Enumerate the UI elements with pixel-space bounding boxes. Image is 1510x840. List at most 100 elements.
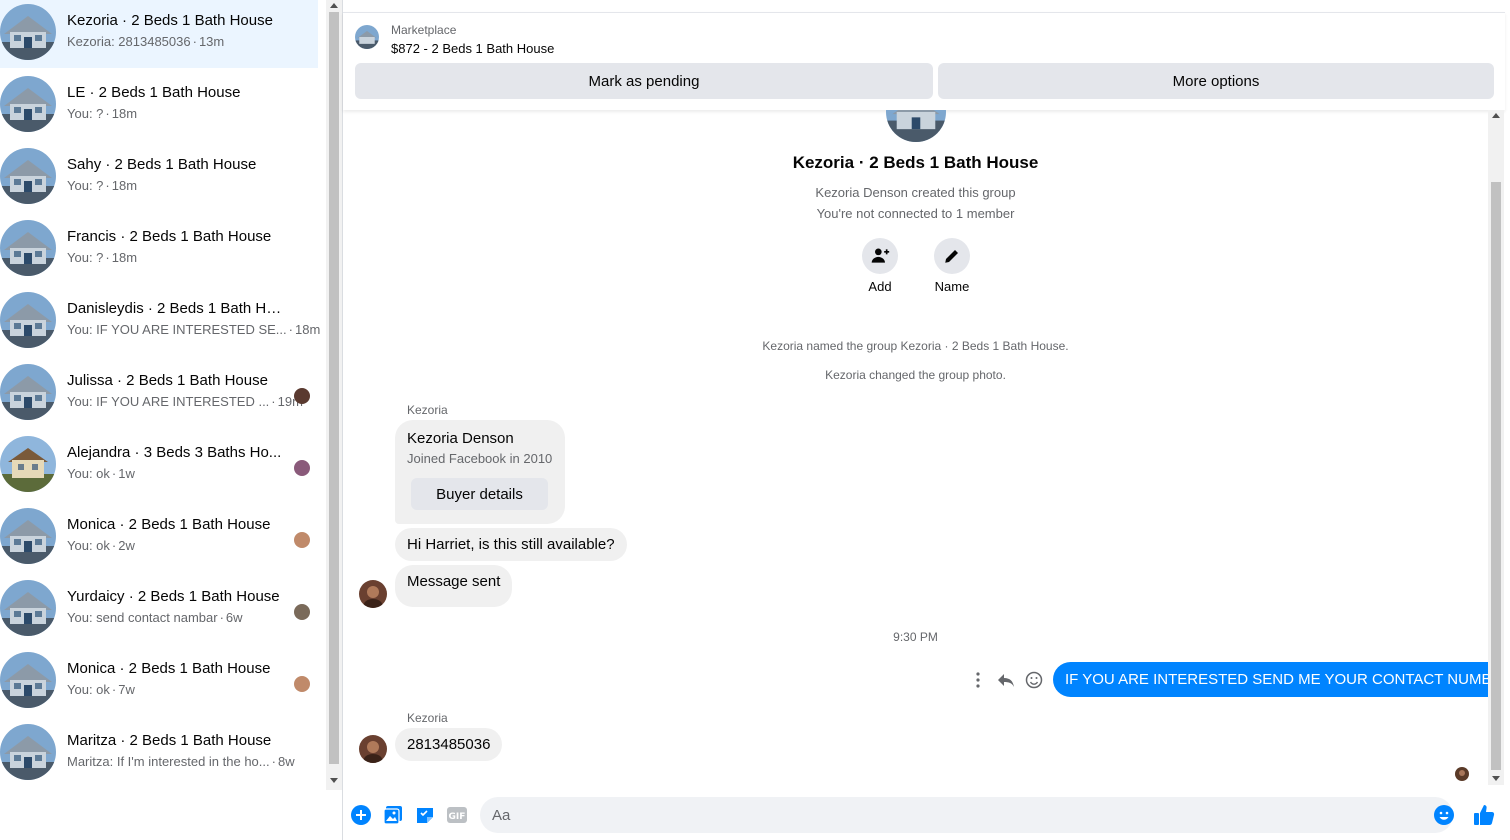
reply-icon[interactable] [995, 669, 1017, 691]
react-icon[interactable] [1023, 669, 1045, 691]
chat-scrollbar[interactable] [1488, 110, 1504, 785]
conversation-title: Francis · 2 Beds 1 Bath House [67, 228, 272, 245]
preview-time: 18m [111, 178, 138, 193]
conversation-item[interactable]: Francis · 2 Beds 1 Bath House You: ? · 18m [0, 216, 318, 284]
scroll-down-icon[interactable] [330, 778, 338, 783]
conversation-thumbnail [0, 364, 56, 420]
outgoing-message-bubble[interactable]: IF YOU ARE INTERESTED SEND ME YOUR CONTA… [1053, 662, 1488, 697]
seen-avatar [294, 460, 310, 476]
conversation-title: Kezoria · 2 Beds 1 Bath House [67, 12, 273, 29]
preview-text: You: ok [67, 466, 110, 481]
preview-text: You: IF YOU ARE INTERESTED ... [67, 394, 270, 409]
sidebar-scroll-thumb[interactable] [329, 12, 339, 764]
marketplace-label: Marketplace [391, 23, 457, 37]
preview-text: Kezoria: 2813485036 [67, 34, 191, 49]
preview-text: You: send contact nambar [67, 610, 218, 625]
conversation-item[interactable]: Yurdaicy · 2 Beds 1 Bath House You: send … [0, 576, 318, 644]
mark-as-pending-button[interactable]: Mark as pending [355, 63, 933, 99]
conversation-item[interactable]: Danisleydis · 2 Beds 1 Bath House You: IF… [0, 288, 320, 356]
scroll-down-icon[interactable] [1492, 776, 1500, 781]
conversation-thumbnail [0, 508, 56, 564]
preview-time: 6w [225, 610, 243, 625]
conversation-thumbnail [0, 436, 56, 492]
add-member-button[interactable] [862, 238, 898, 274]
conversation-title: Alejandra · 3 Beds 3 Baths Ho... [67, 444, 282, 461]
seen-avatar [1455, 767, 1469, 781]
conversation-title: Julissa · 2 Beds 1 Bath House [67, 372, 268, 389]
seen-avatar [294, 676, 310, 692]
preview-time: 1w [118, 466, 135, 481]
conversation-title: Monica · 2 Beds 1 Bath House [67, 660, 271, 677]
message-bubble[interactable]: 2813485036 [395, 728, 503, 761]
preview-time: 18m [294, 322, 320, 337]
conversation-preview: You: ok · 2w [67, 538, 135, 553]
like-icon[interactable] [1473, 804, 1495, 826]
conversation-thumbnail [0, 4, 56, 60]
conversation-preview: You: ? · 18m [67, 178, 137, 193]
preview-time: 18m [111, 250, 138, 265]
preview-text: You: ? [67, 106, 104, 121]
connection-text: You're not connected to 1 member [816, 206, 1015, 221]
conversation-item[interactable]: Maritza · 2 Beds 1 Bath House Maritza: If… [0, 720, 318, 788]
seen-avatar [294, 532, 310, 548]
message-bubble[interactable]: Message sent [395, 565, 513, 607]
system-message: Kezoria changed the group photo. [825, 368, 1006, 382]
preview-text: You: ? [67, 178, 104, 193]
timestamp: 9:30 PM [893, 630, 938, 644]
message-bubble[interactable]: Hi Harriet, is this still available? [395, 528, 627, 561]
gif-icon[interactable]: GIF [446, 804, 468, 826]
sender-avatar[interactable] [359, 580, 387, 608]
preview-time: 8w [277, 754, 295, 769]
separator-dot: · [288, 322, 293, 337]
chat-scroll-thumb[interactable] [1491, 182, 1501, 770]
conversation-thumbnail [0, 148, 56, 204]
preview-text: Maritza: If I'm interested in the ho... [67, 754, 270, 769]
emoji-icon[interactable] [1433, 804, 1455, 826]
separator-dot: · [105, 106, 110, 121]
name-label: Name [934, 279, 970, 294]
separator-dot: · [111, 538, 117, 553]
preview-time: 2w [118, 538, 135, 553]
group-name: Kezoria · 2 Beds 1 Bath House [792, 153, 1039, 172]
marketplace-header: Marketplace $872 - 2 Beds 1 Bath House M… [343, 12, 1505, 110]
separator-dot: · [111, 466, 117, 481]
separator-dot: · [271, 754, 276, 769]
preview-text: You: ? [67, 250, 104, 265]
group-photo[interactable] [886, 110, 946, 142]
message-input[interactable] [480, 797, 1453, 833]
group-created-text: Kezoria Denson created this group [815, 185, 1016, 200]
sticker-icon[interactable] [414, 804, 436, 826]
listing-thumbnail[interactable] [355, 25, 379, 49]
name-group-button[interactable] [934, 238, 970, 274]
plus-icon[interactable] [350, 804, 372, 826]
conversation-preview: You: IF YOU ARE INTERESTED ... · 19m [67, 394, 303, 409]
preview-time: 7w [118, 682, 135, 697]
scroll-up-icon[interactable] [1492, 113, 1500, 118]
conversation-title: LE · 2 Beds 1 Bath House [67, 84, 241, 101]
separator-dot: · [192, 34, 197, 49]
photo-icon[interactable] [382, 804, 404, 826]
more-actions-icon[interactable] [967, 669, 989, 691]
sender-name: Kezoria [407, 403, 448, 417]
sender-avatar[interactable] [359, 735, 387, 763]
conversation-item[interactable]: Monica · 2 Beds 1 Bath House You: ok · 2w [0, 504, 318, 572]
conversation-thumbnail [0, 580, 56, 636]
conversation-preview: Kezoria: 2813485036 · 13m [67, 34, 224, 49]
conversation-title: Yurdaicy · 2 Beds 1 Bath House [67, 588, 280, 605]
conversation-item[interactable]: Julissa · 2 Beds 1 Bath House You: IF YOU… [0, 360, 318, 428]
separator-dot: · [219, 610, 224, 625]
conversation-item[interactable]: LE · 2 Beds 1 Bath House You: ? · 18m [0, 72, 318, 140]
conversation-item[interactable]: Kezoria · 2 Beds 1 Bath House Kezoria: 28… [0, 0, 318, 68]
conversation-item[interactable]: Alejandra · 3 Beds 3 Baths Ho... You: ok ·… [0, 432, 318, 500]
sidebar-scrollbar[interactable] [326, 0, 342, 790]
conversation-thumbnail [0, 652, 56, 708]
scroll-up-icon[interactable] [330, 3, 338, 8]
conversation-item[interactable]: Monica · 2 Beds 1 Bath House You: ok · 7w [0, 648, 318, 716]
buyer-name: Kezoria Denson [407, 430, 514, 447]
pencil-icon [945, 250, 958, 263]
conversation-preview: Maritza: If I'm interested in the ho... ·… [67, 754, 295, 769]
conversation-item[interactable]: Sahy · 2 Beds 1 Bath House You: ? · 18m [0, 144, 318, 212]
more-options-button[interactable]: More options [938, 63, 1494, 99]
buyer-details-button[interactable]: Buyer details [411, 478, 548, 510]
listing-title[interactable]: $872 - 2 Beds 1 Bath House [391, 41, 554, 56]
